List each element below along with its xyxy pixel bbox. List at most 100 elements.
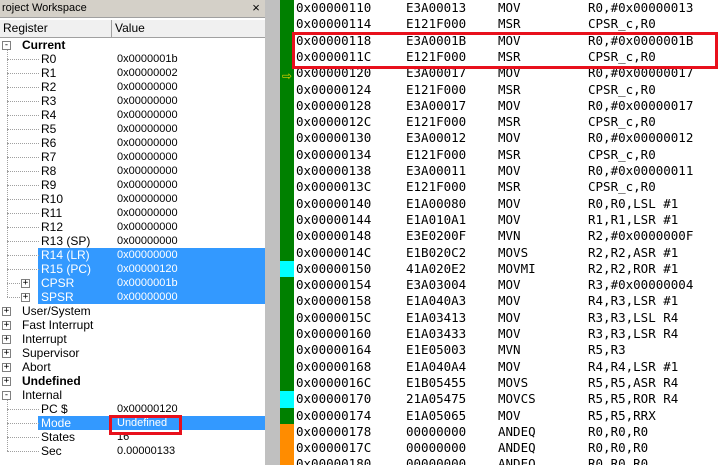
register-row[interactable]: PC $ 0x00000120 <box>0 402 265 416</box>
expand-icon[interactable]: + <box>21 293 30 302</box>
disassembly-line[interactable]: 0x00000150 41A020E2 MOVMI R2,R2,ROR #1 <box>296 261 716 277</box>
instruction-opcode: E121F000 <box>406 81 467 97</box>
disassembly-line[interactable]: 0x0000017C 00000000 ANDEQ R0,R0,R0 <box>296 440 716 456</box>
register-row[interactable]: R0 0x0000001b <box>0 52 265 66</box>
disassembly-line[interactable]: 0x00000180 00000000 ANDEQ R0,R0,R0 <box>296 456 716 465</box>
register-value[interactable]: 0x0000001b <box>117 52 178 66</box>
register-row[interactable]: R8 0x00000000 <box>0 164 265 178</box>
disassembly-line[interactable]: 0x00000144 E1A010A1 MOV R1,R1,LSR #1 <box>296 212 716 228</box>
disassembly-line[interactable]: 0x00000148 E3E0200F MVN R2,#0x0000000F <box>296 228 716 244</box>
register-value[interactable]: 0x00000000 <box>117 248 178 262</box>
register-value[interactable]: 0x00000000 <box>117 94 178 108</box>
disassembly-line[interactable]: 0x0000012C E121F000 MSR CPSR_c,R0 <box>296 114 716 130</box>
expand-icon[interactable]: + <box>2 363 11 372</box>
register-row[interactable]: + Interrupt <box>0 332 265 346</box>
register-row[interactable]: Sec 0.00000133 <box>0 444 265 458</box>
disassembly-line[interactable]: 0x00000178 00000000 ANDEQ R0,R0,R0 <box>296 424 716 440</box>
disassembly-line[interactable]: 0x00000138 E3A00011 MOV R0,#0x00000011 <box>296 163 716 179</box>
register-value[interactable]: 0x00000120 <box>117 262 178 276</box>
disassembly-line[interactable]: 0x00000110 E3A00013 MOV R0,#0x00000013 <box>296 0 716 16</box>
register-row[interactable]: R1 0x00000002 <box>0 66 265 80</box>
register-value[interactable]: 0x00000120 <box>117 402 178 416</box>
register-row[interactable]: R7 0x00000000 <box>0 150 265 164</box>
instruction-operands: R1,R1,LSR #1 <box>588 211 679 227</box>
disassembly-line[interactable]: 0x00000174 E1A05065 MOV R5,R5,RRX <box>296 408 716 424</box>
register-row[interactable]: + Undefined <box>0 374 265 388</box>
expand-icon[interactable]: + <box>2 335 11 344</box>
instruction-mnemonic: MSR <box>498 114 521 130</box>
register-value[interactable]: 0x00000000 <box>117 178 178 192</box>
register-row[interactable]: + CPSR 0x0000001b <box>0 276 265 290</box>
collapse-icon[interactable]: - <box>2 41 11 50</box>
instruction-mnemonic: MOV <box>498 407 521 423</box>
register-row[interactable]: - Current <box>0 38 265 52</box>
register-value[interactable]: 0x00000000 <box>117 290 178 304</box>
instruction-mnemonic: MOV <box>498 211 521 227</box>
register-row[interactable]: R5 0x00000000 <box>0 122 265 136</box>
register-value[interactable]: 0x00000000 <box>117 234 178 248</box>
register-value[interactable]: 0x00000000 <box>117 220 178 234</box>
disassembly-line[interactable]: 0x00000130 E3A00012 MOV R0,#0x00000012 <box>296 130 716 146</box>
register-value[interactable]: 0.00000133 <box>117 444 175 458</box>
register-value[interactable]: 0x00000000 <box>117 108 178 122</box>
disassembly-line[interactable]: 0x0000016C E1B05455 MOVS R5,R5,ASR R4 <box>296 375 716 391</box>
register-row[interactable]: R9 0x00000000 <box>0 178 265 192</box>
register-row[interactable]: R11 0x00000000 <box>0 206 265 220</box>
register-row[interactable]: - Internal <box>0 388 265 402</box>
tree-connector <box>7 171 39 172</box>
disassembly-line[interactable]: 0x00000124 E121F000 MSR CPSR_c,R0 <box>296 82 716 98</box>
register-row[interactable]: + Abort <box>0 360 265 374</box>
register-row[interactable]: R12 0x00000000 <box>0 220 265 234</box>
register-value[interactable]: 0x00000000 <box>117 164 178 178</box>
tree-connector <box>7 283 20 284</box>
instruction-address: 0x00000148 <box>296 228 372 244</box>
disassembly-line[interactable]: 0x00000134 E121F000 MSR CPSR_c,R0 <box>296 147 716 163</box>
register-row[interactable]: R10 0x00000000 <box>0 192 265 206</box>
disassembly-line[interactable]: 0x00000158 E1A040A3 MOV R4,R3,LSR #1 <box>296 293 716 309</box>
register-row[interactable]: + Fast Interrupt <box>0 318 265 332</box>
register-row[interactable]: R3 0x00000000 <box>0 94 265 108</box>
instruction-address: 0x00000164 <box>296 342 372 358</box>
register-row[interactable]: R2 0x00000000 <box>0 80 265 94</box>
register-row[interactable]: R4 0x00000000 <box>0 108 265 122</box>
column-header-value[interactable]: Value <box>112 20 265 38</box>
disassembly-line[interactable]: 0x00000128 E3A00017 MOV R0,#0x00000017 <box>296 98 716 114</box>
disassembly-line[interactable]: 0x0000015C E1A03413 MOV R3,R3,LSL R4 <box>296 310 716 326</box>
register-value[interactable]: 0x00000000 <box>117 206 178 220</box>
close-icon[interactable]: × <box>249 1 263 15</box>
collapse-icon[interactable]: - <box>2 391 11 400</box>
expand-icon[interactable]: + <box>2 349 11 358</box>
register-value[interactable]: 0x00000002 <box>117 66 178 80</box>
register-row[interactable]: R14 (LR) 0x00000000 <box>0 248 265 262</box>
register-value[interactable]: 0x00000000 <box>117 136 178 150</box>
register-row[interactable]: + User/System <box>0 304 265 318</box>
disassembly-line[interactable]: 0x00000168 E1A040A4 MOV R4,R4,LSR #1 <box>296 359 716 375</box>
disassembly-line[interactable]: 0x00000160 E1A03433 MOV R3,R3,LSR R4 <box>296 326 716 342</box>
column-header-register[interactable]: Register <box>0 20 112 38</box>
expand-icon[interactable]: + <box>2 321 11 330</box>
disassembly-line[interactable]: 0x0000014C E1B020C2 MOVS R2,R2,ASR #1 <box>296 245 716 261</box>
register-row[interactable]: + Supervisor <box>0 346 265 360</box>
disassembly-line[interactable]: 0x00000164 E1E05003 MVN R5,R3 <box>296 342 716 358</box>
register-value[interactable]: 0x00000000 <box>117 122 178 136</box>
register-value[interactable]: 0x0000001b <box>117 276 178 290</box>
disassembly-line[interactable]: 0x0000013C E121F000 MSR CPSR_c,R0 <box>296 179 716 195</box>
expand-icon[interactable]: + <box>2 307 11 316</box>
register-row[interactable]: R13 (SP) 0x00000000 <box>0 234 265 248</box>
register-row[interactable]: R15 (PC) 0x00000120 <box>0 262 265 276</box>
register-row[interactable]: R6 0x00000000 <box>0 136 265 150</box>
register-value[interactable]: 0x00000000 <box>117 80 178 94</box>
disassembly-line[interactable]: 0x00000114 E121F000 MSR CPSR_c,R0 <box>296 16 716 32</box>
breakpoint-gutter[interactable] <box>266 0 280 465</box>
expand-icon[interactable]: + <box>21 279 30 288</box>
register-table-header: Register Value <box>0 20 265 38</box>
disassembly-line[interactable]: 0x00000140 E1A00080 MOV R0,R0,LSL #1 <box>296 196 716 212</box>
register-value[interactable]: 0x00000000 <box>117 192 178 206</box>
instruction-mnemonic: ANDEQ <box>498 423 536 439</box>
register-row[interactable]: + SPSR 0x00000000 <box>0 290 265 304</box>
expand-icon[interactable]: + <box>2 377 11 386</box>
disassembly-line[interactable]: 0x00000154 E3A03004 MOV R3,#0x00000004 <box>296 277 716 293</box>
tree-connector <box>7 400 8 451</box>
register-value[interactable]: 0x00000000 <box>117 150 178 164</box>
disassembly-line[interactable]: 0x00000170 21A05475 MOVCS R5,R5,ROR R4 <box>296 391 716 407</box>
